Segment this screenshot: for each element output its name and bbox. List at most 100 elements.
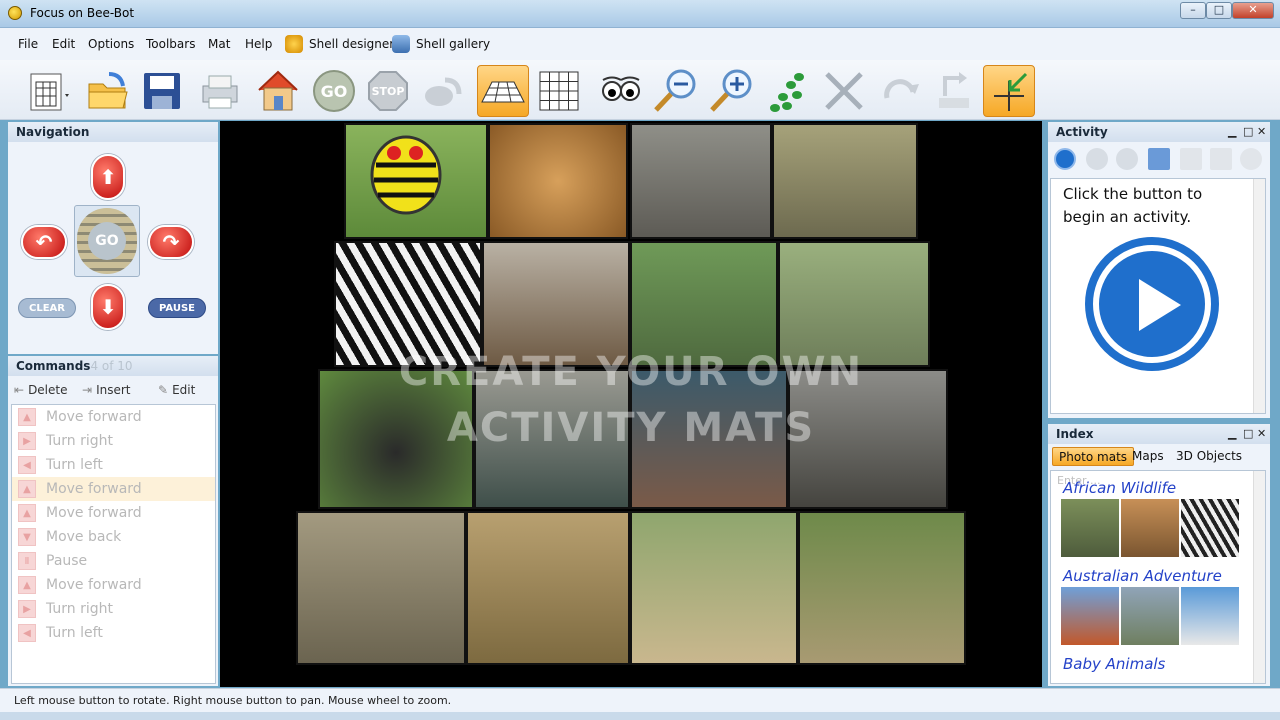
delete-command-button[interactable]: ⇤ Delete [14,383,68,397]
commands-title: Commands [16,359,91,373]
reset-button[interactable] [928,65,980,117]
index-close-button[interactable]: ✕ [1257,427,1266,440]
command-label: Move forward [46,577,142,593]
activity-restart-icon[interactable] [1116,148,1138,170]
command-row[interactable]: ◀ Turn left [12,453,215,477]
menu-edit[interactable]: Edit [52,37,75,51]
command-row[interactable]: ▼ Move back [12,525,215,549]
insert-command-button[interactable]: ⇥ Insert [82,383,130,397]
command-label: Pause [46,553,88,569]
index-thumbs-african[interactable] [1061,499,1239,557]
backward-arrow-button[interactable]: ⬇ [91,284,125,330]
start-activity-button[interactable] [1093,245,1211,363]
menu-help[interactable]: Help [245,37,272,51]
home-button[interactable] [252,65,304,117]
rotate-button[interactable] [416,65,468,117]
index-category-african-wildlife[interactable]: African Wildlife [1063,479,1176,497]
menu-file[interactable]: File [18,37,38,51]
arrow-up-icon: ⬆ [99,165,117,189]
grid-view-button[interactable] [533,65,585,117]
command-row[interactable]: ▶ Turn right [12,597,215,621]
delete-label: Delete [28,383,68,397]
insert-label: Insert [96,383,131,397]
open-button[interactable] [82,65,134,117]
pause-button[interactable]: PAUSE [148,298,206,318]
menu-shell-gallery[interactable]: Shell gallery [416,37,490,51]
reset-icon [939,72,969,108]
mat-viewport[interactable]: CREATE YOUR OWN ACTIVITY MATS [220,121,1042,687]
tab-3d-objects[interactable]: 3D Objects [1170,447,1248,466]
index-thumbs-australian[interactable] [1061,587,1239,645]
turn-left-icon: ↶ [35,230,53,254]
command-row[interactable]: ▲ Move forward [12,501,215,525]
delete-icon: ⇤ [14,383,25,397]
insert-icon: ⇥ [82,383,93,397]
save-button[interactable] [136,65,188,117]
command-row[interactable]: ▲ Move forward [12,573,215,597]
command-type-icon: ▶ [18,432,36,450]
menu-mat[interactable]: Mat [208,37,230,51]
arrow-down-icon: ⬇ [99,295,117,319]
index-tabs: Photo mats Maps 3D Objects [1048,444,1270,468]
command-row[interactable]: ▲ Move forward [12,477,215,501]
activity-maximize-button[interactable]: □ [1243,125,1253,138]
activity-close-button[interactable]: ✕ [1257,125,1266,138]
index-maximize-button[interactable]: □ [1243,427,1253,440]
index-category-baby-animals[interactable]: Baby Animals [1063,655,1165,673]
command-type-icon: ▲ [18,480,36,498]
menu-options[interactable]: Options [88,37,134,51]
redo-icon [884,79,919,99]
clear-button[interactable]: CLEAR [18,298,76,318]
footsteps-button[interactable] [764,65,816,117]
command-row[interactable]: ▲ Move forward [12,405,215,429]
stop-activity-icon[interactable] [1210,148,1232,170]
print-button[interactable] [194,65,246,117]
close-button[interactable]: ✕ [1232,2,1274,19]
sound-icon[interactable] [1148,148,1170,170]
command-label: Turn right [46,433,114,449]
redo-button[interactable] [874,65,926,117]
minimize-button[interactable]: – [1180,2,1206,19]
svg-text:STOP: STOP [372,85,405,98]
gallery-icon [392,35,410,53]
turn-right-button[interactable]: ↷ [148,225,194,259]
tab-photo-mats[interactable]: Photo mats [1052,447,1135,466]
svg-text:GO: GO [321,82,348,101]
perspective-view-button[interactable] [477,65,529,117]
maximize-button[interactable]: □ [1206,2,1232,19]
delete-path-button[interactable] [818,65,870,117]
tab-maps[interactable]: Maps [1126,447,1170,466]
menu-shell-designer[interactable]: Shell designer [309,37,394,51]
forward-arrow-button[interactable]: ⬆ [91,154,125,200]
index-minimize-button[interactable]: ▁ [1228,427,1236,440]
activity-play-icon[interactable] [1054,148,1076,170]
target-button[interactable] [983,65,1035,117]
activity-minimize-button[interactable]: ▁ [1228,125,1236,138]
activity-scrollbar[interactable] [1253,179,1265,413]
command-list[interactable]: ▲ Move forward ▶ Turn right ◀ Turn left ▲ Move … [11,404,216,684]
menu-toolbars[interactable]: Toolbars [146,37,195,51]
activity-back-icon[interactable] [1086,148,1108,170]
edit-command-button[interactable]: ✎ Edit [158,383,195,397]
zoom-in-button[interactable] [706,65,758,117]
look-button[interactable] [594,65,646,117]
help-icon[interactable] [1240,148,1262,170]
pause-activity-icon[interactable] [1180,148,1202,170]
status-text: Left mouse button to rotate. Right mouse… [14,694,452,707]
command-row[interactable]: ◀ Turn left [12,621,215,645]
go-button[interactable]: GO [308,65,360,117]
command-type-icon: ◀ [18,624,36,642]
zoom-out-button[interactable] [650,65,702,117]
index-scrollbar[interactable] [1253,471,1265,683]
stop-button[interactable]: STOP [362,65,414,117]
index-category-australian-adventure[interactable]: Australian Adventure [1063,567,1222,585]
new-mat-button[interactable] [22,65,74,117]
command-row[interactable]: Ⅱ Pause [12,549,215,573]
print-icon [202,75,238,109]
edit-label: Edit [172,383,196,397]
open-folder-icon [88,72,128,109]
go-navigation-button[interactable]: GO [74,205,140,277]
command-row[interactable]: ▶ Turn right [12,429,215,453]
zoom-out-icon [654,69,696,112]
turn-left-button[interactable]: ↶ [21,225,67,259]
